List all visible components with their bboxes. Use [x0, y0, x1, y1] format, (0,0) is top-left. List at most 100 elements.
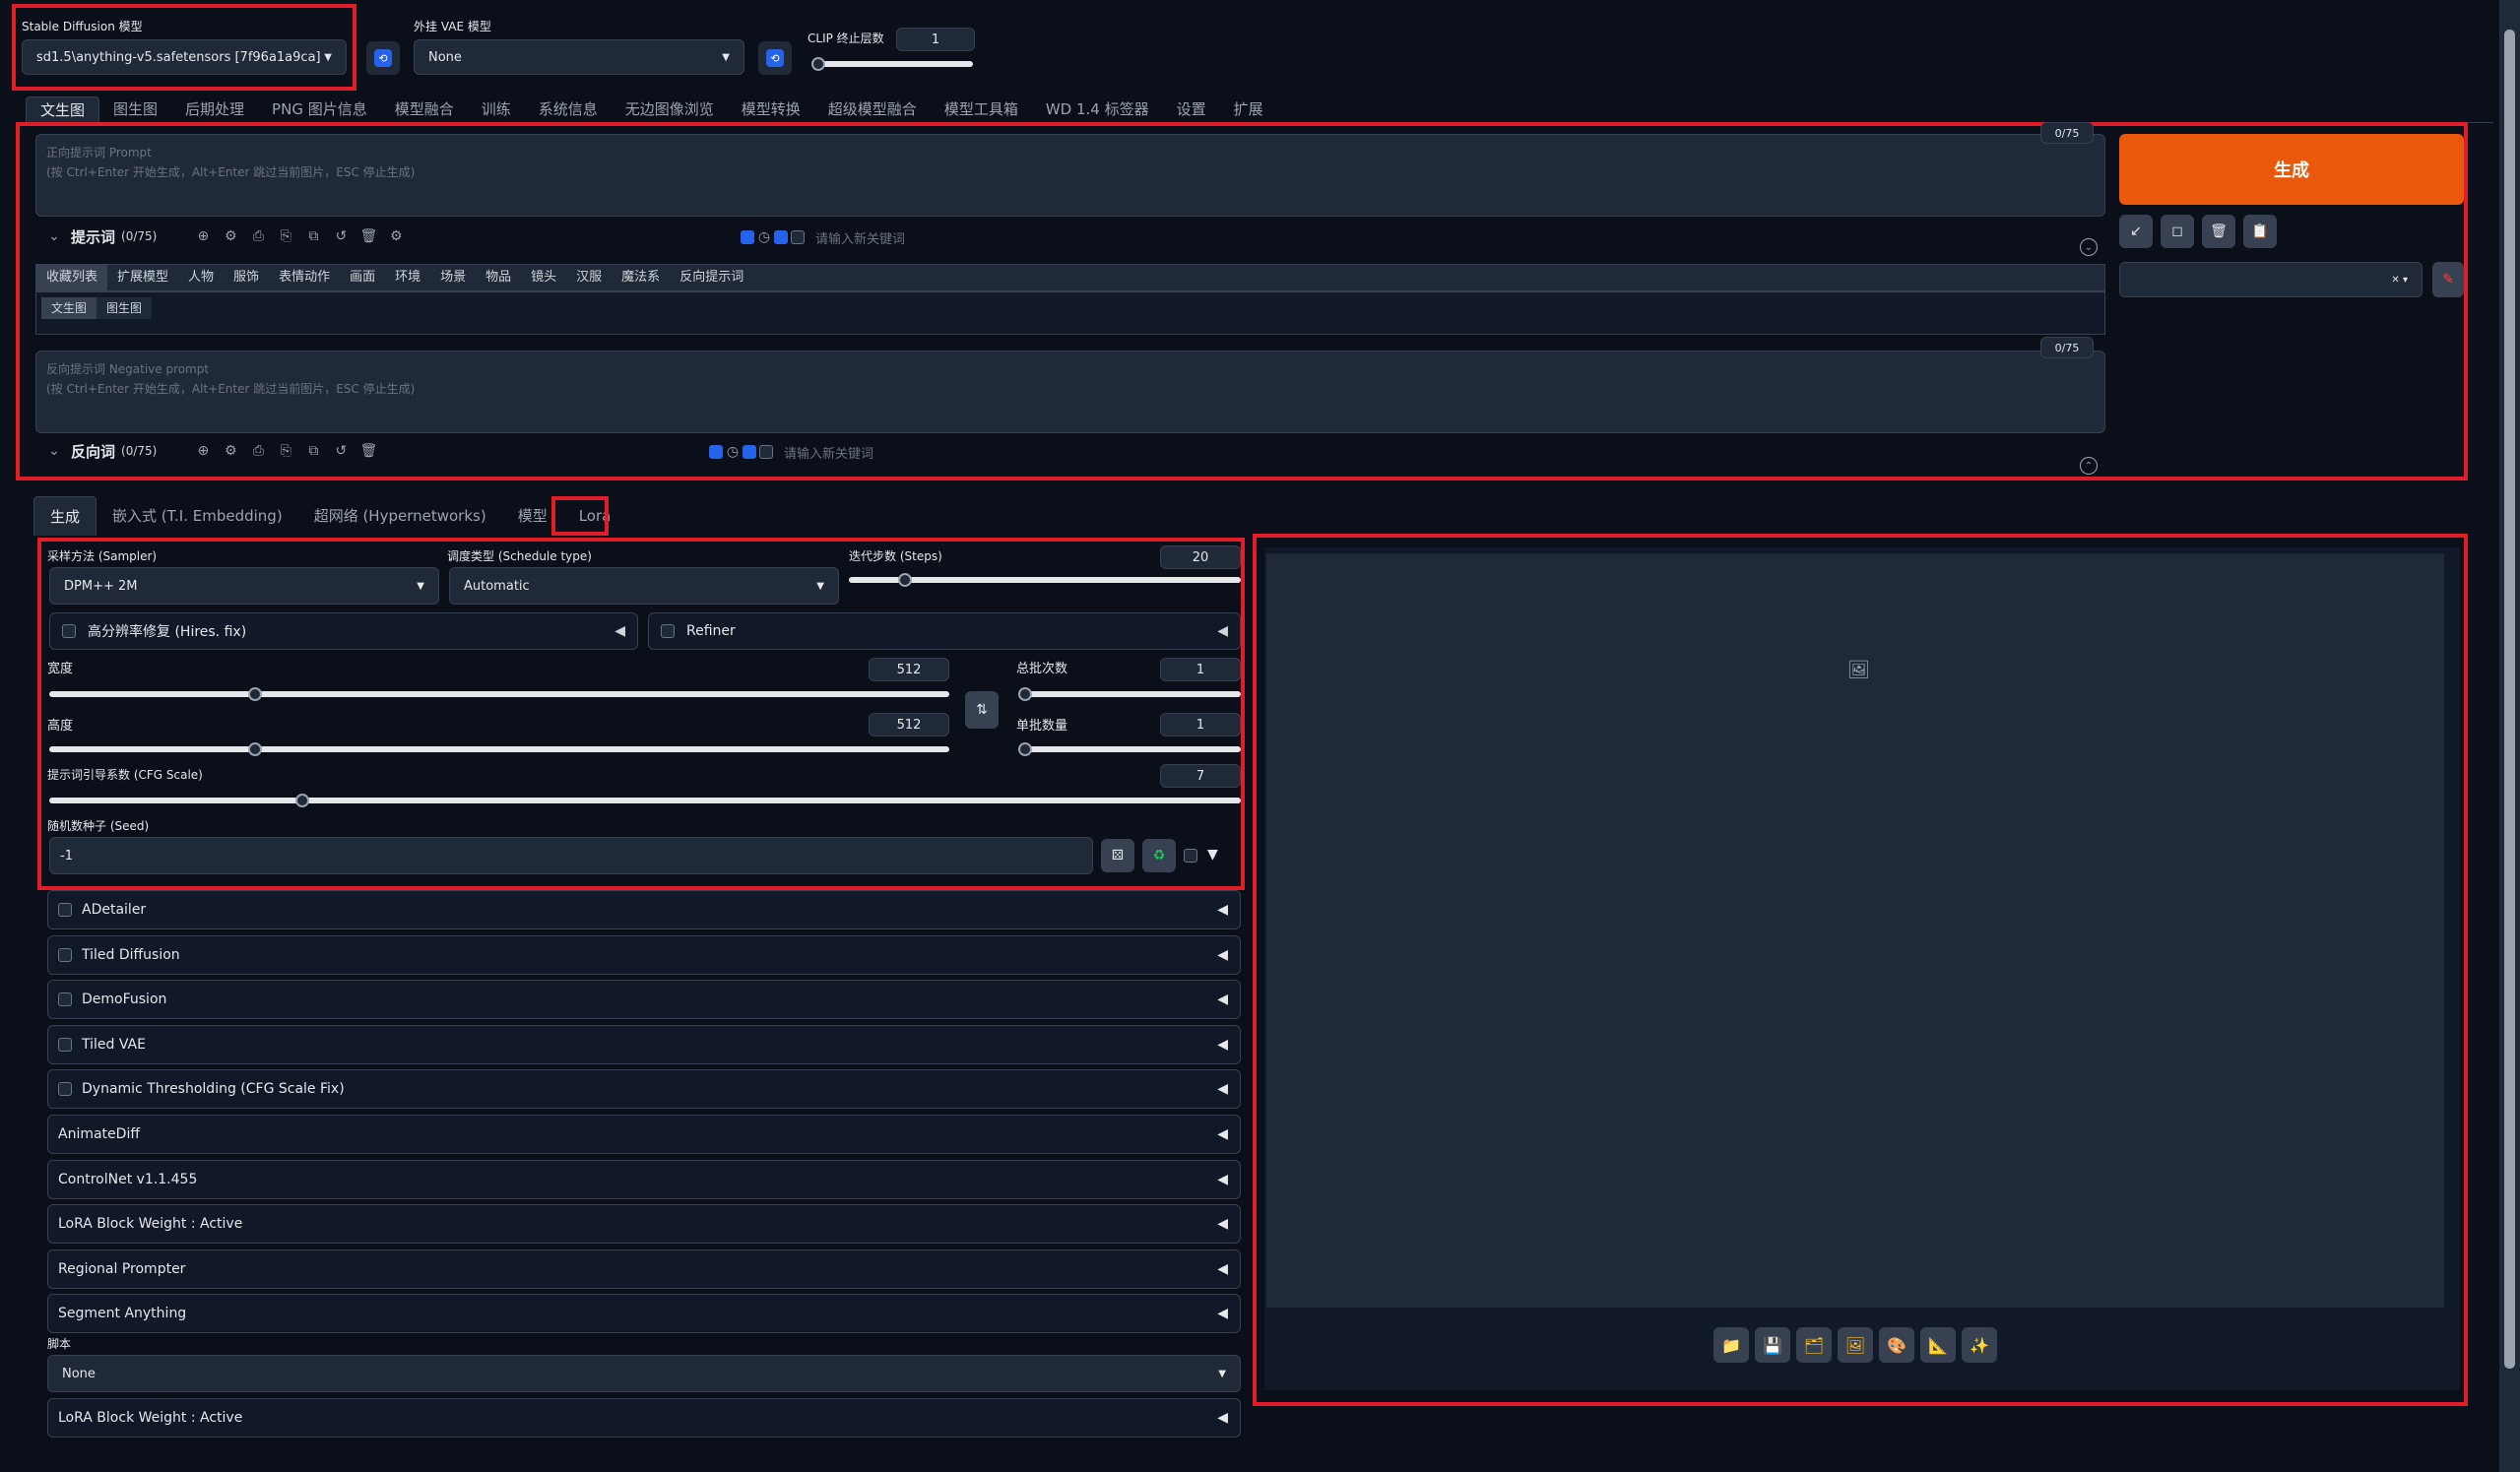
accordion-checkbox[interactable] [58, 1037, 72, 1052]
schedule-select[interactable]: Automatic ▼ [449, 567, 839, 605]
sub-tab[interactable]: 图生图 [97, 297, 153, 319]
style-select[interactable]: ✕ ▾ [2119, 262, 2423, 297]
sub-tab[interactable]: 文生图 [41, 297, 97, 319]
steps-slider[interactable] [849, 573, 1241, 587]
folder-icon[interactable]: 📁 [1713, 1327, 1749, 1363]
tab-main[interactable]: 设置 [1163, 96, 1220, 122]
tab-generation[interactable]: 超网络 (Hypernetworks) [298, 496, 502, 536]
extension-accordion[interactable]: Segment Anything ◀ [47, 1294, 1241, 1334]
clip-input[interactable]: 1 [896, 28, 975, 51]
tab-main[interactable]: WD 1.4 标签器 [1032, 96, 1163, 122]
translate-icon[interactable]: ⊕ [192, 225, 214, 247]
cfg-input[interactable]: 7 [1160, 764, 1241, 788]
image-icon[interactable]: 🖼 [1838, 1327, 1873, 1363]
tab-main[interactable]: PNG 图片信息 [258, 96, 381, 122]
tab-main[interactable]: 模型融合 [381, 96, 468, 122]
palette-icon[interactable]: 🎨 [1879, 1327, 1914, 1363]
export-icon[interactable]: ⎘ [275, 225, 296, 247]
extension-accordion[interactable]: Regional Prompter ◀ [47, 1248, 1241, 1289]
steps-input[interactable]: 20 [1160, 545, 1241, 569]
extension-accordion[interactable]: Tiled VAE ◀ [47, 1024, 1241, 1064]
import-icon[interactable]: ⎙ [247, 440, 269, 462]
import-icon[interactable]: ⎙ [247, 225, 269, 247]
extension-accordion[interactable]: DemoFusion ◀ [47, 980, 1241, 1020]
tab-generation[interactable]: 模型 [502, 496, 563, 536]
accordion-checkbox[interactable] [58, 1082, 72, 1097]
export-icon[interactable]: ⎘ [275, 440, 296, 462]
scrollbar[interactable] [2499, 0, 2520, 1472]
category-tab[interactable]: 表情动作 [269, 265, 341, 290]
sparkle-icon[interactable]: ✨ [1962, 1327, 1997, 1363]
negative-prompt-textarea[interactable]: 反向提示词 Negative prompt (按 Ctrl+Enter 开始生成… [35, 351, 2105, 433]
settings-icon[interactable]: ⚙ [220, 225, 241, 247]
batch-count-slider[interactable] [1018, 687, 1241, 701]
extension-accordion[interactable]: LoRA Block Weight : Active ◀ [47, 1204, 1241, 1245]
extension-accordion[interactable]: ControlNet v1.1.455 ◀ [47, 1159, 1241, 1199]
accordion-checkbox[interactable] [58, 903, 72, 917]
height-input[interactable]: 512 [869, 713, 949, 736]
tab-main[interactable]: 图生图 [99, 96, 171, 122]
expand-icon[interactable]: ⌄ [2080, 238, 2098, 256]
tab-main[interactable]: 模型工具箱 [931, 96, 1032, 122]
arrow-icon[interactable]: ↙ [2119, 215, 2153, 248]
translate-icon[interactable]: ⊕ [192, 440, 214, 462]
tab-main[interactable]: 文生图 [26, 96, 100, 122]
extra-seed-checkbox[interactable] [1184, 849, 1197, 866]
category-tab[interactable]: 画面 [340, 265, 386, 290]
tab-main[interactable]: 后期处理 [171, 96, 258, 122]
batch-size-slider[interactable] [1018, 742, 1241, 756]
batch-size-input[interactable]: 1 [1160, 713, 1241, 736]
settings-icon[interactable]: ⚙ [220, 440, 241, 462]
category-tab[interactable]: 服饰 [224, 265, 270, 290]
extension-accordion[interactable]: Tiled Diffusion ◀ [47, 934, 1241, 975]
undo-icon[interactable]: ↺ [330, 440, 352, 462]
category-tab[interactable]: 镜头 [521, 265, 567, 290]
prompt-textarea[interactable]: 正向提示词 Prompt (按 Ctrl+Enter 开始生成，Alt+Ente… [35, 134, 2105, 217]
clip-slider[interactable] [811, 57, 973, 71]
accordion-checkbox[interactable] [58, 992, 72, 1007]
width-input[interactable]: 512 [869, 658, 949, 681]
tab-main[interactable]: 系统信息 [525, 96, 612, 122]
refiner-accordion[interactable]: Refiner ◀ [648, 612, 1241, 650]
width-slider[interactable] [49, 687, 949, 701]
option-checkbox[interactable] [759, 445, 773, 459]
triangle-down-icon[interactable]: ▼ [1207, 847, 1218, 863]
category-tab[interactable]: 魔法系 [612, 265, 671, 290]
clipboard-icon[interactable]: 📋 [2243, 215, 2277, 248]
trash-icon[interactable]: 🗑 [357, 440, 379, 462]
square-icon[interactable]: ◻ [2161, 215, 2194, 248]
generate-button[interactable]: 生成 [2119, 134, 2464, 205]
cfg-slider[interactable] [49, 794, 1241, 807]
hires-fix-accordion[interactable]: 高分辨率修复 (Hires. fix) ◀ [49, 612, 638, 650]
undo-icon[interactable]: ↺ [330, 225, 352, 247]
tab-generation[interactable]: Lora [563, 496, 627, 536]
tab-main[interactable]: 无边图像浏览 [612, 96, 728, 122]
extension-accordion[interactable]: Dynamic Thresholding (CFG Scale Fix) ◀ [47, 1069, 1241, 1110]
batch-count-input[interactable]: 1 [1160, 658, 1241, 681]
keyword-input[interactable]: 请输入新关键词 [815, 228, 905, 247]
category-tab[interactable]: 汉服 [566, 265, 613, 290]
trash-icon[interactable]: 🗑 [2202, 215, 2235, 248]
sampler-select[interactable]: DPM++ 2M ▼ [49, 567, 439, 605]
height-slider[interactable] [49, 742, 949, 756]
extension-accordion[interactable]: ADetailer ◀ [47, 890, 1241, 929]
category-tab[interactable]: 场景 [430, 265, 477, 290]
script-select[interactable]: None ▼ [47, 1355, 1241, 1392]
clear-icon[interactable]: ✕ ▾ [2391, 275, 2408, 286]
save-icon[interactable]: 💾 [1755, 1327, 1790, 1363]
category-tab[interactable]: 物品 [476, 265, 522, 290]
category-tab[interactable]: 人物 [178, 265, 225, 290]
copy-icon[interactable]: ⧉ [302, 440, 324, 462]
refiner-checkbox[interactable] [661, 624, 675, 638]
recycle-icon[interactable]: ♻ [1142, 839, 1176, 872]
swap-dimensions-button[interactable]: ⇅ [965, 691, 999, 729]
tab-main[interactable]: 扩展 [1220, 96, 1277, 122]
category-tab[interactable]: 扩展模型 [107, 265, 179, 290]
seed-input[interactable]: -1 [49, 837, 1093, 874]
brush-icon[interactable]: ✎ [2432, 262, 2464, 297]
tab-generation[interactable]: 嵌入式 (T.I. Embedding) [97, 496, 298, 536]
option-checkbox[interactable] [774, 230, 788, 244]
lora-block-weight-accordion[interactable]: LoRA Block Weight : Active ◀ [47, 1398, 1241, 1438]
tab-generation[interactable]: 生成 [33, 496, 97, 536]
vae-select[interactable]: None ▼ [414, 39, 744, 75]
